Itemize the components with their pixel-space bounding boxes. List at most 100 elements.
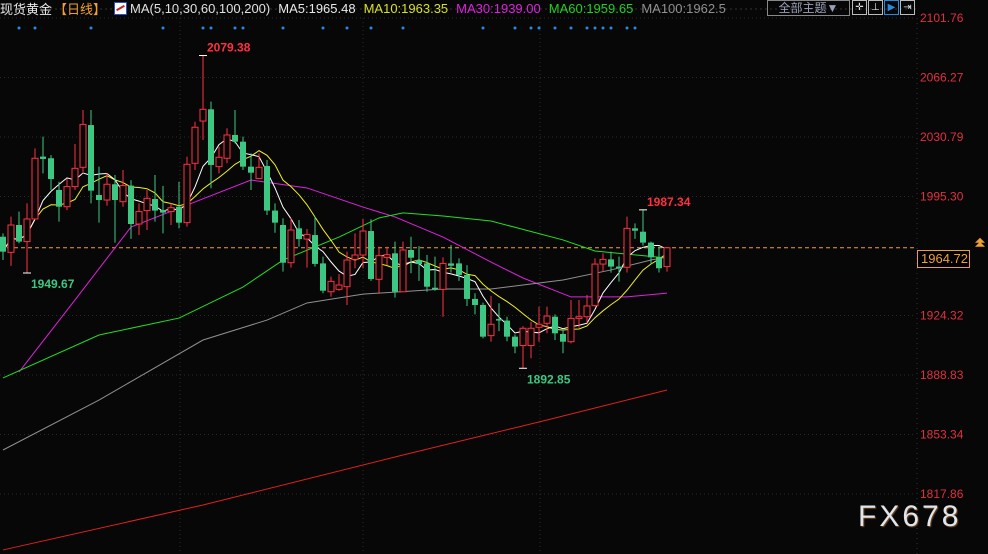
period-label[interactable]: 【日线】 [54,0,106,18]
candle-up [599,258,607,265]
candle-down [48,158,54,180]
candle-up [487,323,495,337]
candle-up [583,305,591,318]
candle-up [591,263,599,307]
candle-up [335,284,343,290]
current-price-label: 1964.72 [917,250,970,268]
event-marker [241,26,245,30]
candle-up [135,211,143,225]
shift-right-icon[interactable]: ⇥ [900,0,915,15]
candle-up [167,207,175,213]
candle-up [527,327,535,347]
candle-up [383,254,391,258]
candle-down [280,224,286,263]
candle-down [264,165,270,211]
candle-down [248,166,254,173]
candle-up [223,134,231,159]
event-marker [481,26,485,30]
candle-down [656,257,662,269]
candle-down [608,259,614,267]
candle-down [272,210,278,223]
candle-up [351,254,359,260]
candle-up [79,123,87,168]
candle-down [480,304,486,337]
y-tick-label: 1853.34 [920,428,964,442]
event-marker [369,26,373,30]
candle-up [103,183,111,201]
price-annotation: 1949.67 [31,277,75,291]
candle-up [399,249,407,293]
candle-up [575,316,583,319]
play-icon[interactable]: ▶ [884,0,899,15]
candle-down [296,228,302,240]
candle-up [567,317,575,343]
axis-icon[interactable]: ⊥ [868,0,883,15]
candle-up [63,186,71,208]
candle-up [375,255,383,280]
candle-down [112,184,118,201]
theme-dropdown[interactable]: 全部主题▼ [767,0,850,16]
event-marker [201,26,205,30]
price-annotation: 1892.85 [527,372,571,386]
crosshair-icon[interactable]: ✛ [852,0,867,15]
event-marker [345,26,349,30]
candle-down [88,125,94,191]
event-marker [625,26,629,30]
chart-header: 现货黄金 【日线】 MA(5,10,30,60,100,200) MA5:196… [0,0,734,18]
y-tick-label: 1888.83 [920,368,964,382]
event-marker [553,26,557,30]
candle-down [472,298,478,305]
candle-down [456,263,462,275]
candle-up [663,247,671,268]
candle-down [312,235,318,264]
event-marker [17,26,21,30]
indicator-icon[interactable] [114,1,128,15]
candle-up [71,167,79,188]
candle-up [191,126,199,164]
event-marker [233,26,237,30]
candle-down [496,319,502,321]
candle-down [408,249,414,258]
candle-down [432,287,438,290]
candle-up [519,327,527,347]
event-marker [609,26,613,30]
candle-up [439,262,447,290]
candle-up [119,185,127,203]
ma30-value: MA30:1939.00 [456,0,541,16]
candle-down [96,194,102,201]
y-tick-label: 1817.86 [920,487,964,501]
event-marker [161,26,165,30]
price-annotation: 1987.34 [647,195,691,209]
candle-down [128,185,134,224]
candle-up [199,108,207,122]
candle-down [416,260,422,265]
candle-down [464,274,470,299]
candle-up [623,227,631,268]
candle-up [535,323,543,328]
watermark-logo: FX678 [858,500,962,533]
candle-up [183,163,191,224]
candle-up [303,233,311,240]
ma10-value: MA10:1963.35 [363,0,449,16]
ma-params[interactable]: MA(5,10,30,60,100,200) [130,1,270,16]
candle-up [215,156,223,168]
y-tick-label: 2066.27 [920,71,964,85]
candle-down [208,109,214,165]
candle-down [0,236,6,252]
candle-down [552,316,558,334]
candles [0,55,671,369]
candle-down [160,210,166,213]
grid [0,8,918,554]
candle-down [512,336,518,347]
candle-down [16,224,22,242]
event-markers [17,26,637,30]
candlestick-chart[interactable]: 2079.38 1949.67 1892.85 1987.34 2101.76 2066… [0,0,988,554]
price-annotations: 2079.38 1949.67 1892.85 1987.34 [23,41,691,386]
event-marker [585,26,589,30]
candle-up [143,197,151,212]
ma5-line [2,138,668,334]
moving-average-lines [2,138,668,551]
candle-down [240,141,246,167]
event-marker [89,26,93,30]
event-marker [281,26,285,30]
